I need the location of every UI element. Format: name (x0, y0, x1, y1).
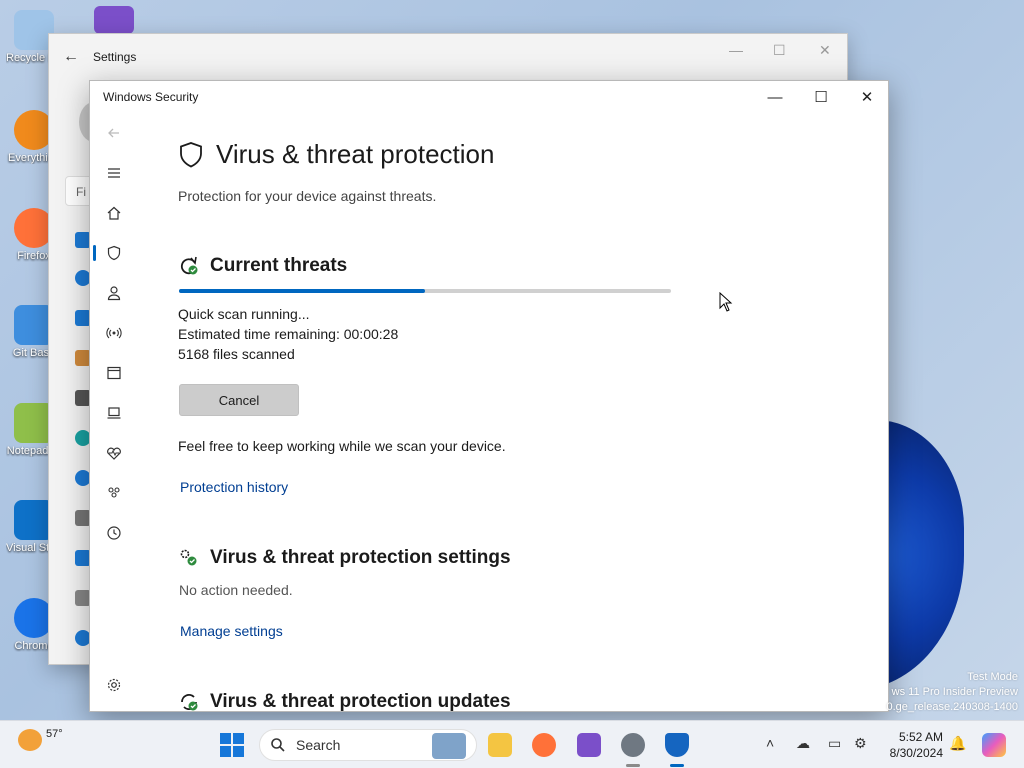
accessibility-tray-icon[interactable]: ⚙ (854, 735, 867, 752)
protection-settings-title: Virus & threat protection settings (210, 547, 511, 568)
page-subtitle: Protection for your device against threa… (178, 188, 437, 204)
close-button[interactable]: ✕ (844, 81, 888, 113)
copilot-icon[interactable] (982, 733, 1006, 757)
app-browser-control-icon[interactable] (90, 355, 138, 391)
watermark-line3: 0.ge_release.240308-1400 (886, 701, 1018, 713)
protection-settings-status: No action needed. (179, 582, 293, 598)
settings-gears-icon (180, 549, 197, 566)
settings-running-indicator (626, 764, 640, 767)
test-mode-watermark: Test Mode ws 11 Pro Insider Preview 0.ge… (886, 670, 1018, 715)
security-running-indicator (670, 764, 684, 767)
notification-bell-icon[interactable]: 🔔 (949, 735, 966, 752)
minimize-button[interactable]: — (752, 81, 798, 113)
windows-security-taskbar-icon[interactable] (665, 733, 689, 757)
taskbar: 57° Search ˄ ☁ ▭ ⚙ 5:52 AM 8/30/2024 🔔 (0, 720, 1024, 768)
home-icon[interactable] (90, 195, 138, 231)
scan-progress-bar (179, 289, 671, 293)
time-remaining: Estimated time remaining: 00:00:28 (178, 326, 399, 342)
files-scanned: 5168 files scanned (178, 346, 295, 362)
protection-history-link[interactable]: Protection history (180, 479, 288, 495)
settings-search-placeholder: Fi (76, 185, 86, 199)
device-security-icon[interactable] (90, 395, 138, 431)
manage-settings-link[interactable]: Manage settings (180, 623, 283, 639)
settings-title: Settings (93, 50, 137, 64)
gear-icon[interactable] (90, 667, 138, 703)
taskbar-search-placeholder: Search (296, 737, 341, 753)
search-icon (271, 738, 285, 752)
weather-icon (18, 729, 42, 751)
back-arrow-icon[interactable]: ← (49, 48, 93, 66)
display-icon[interactable]: ▭ (828, 735, 841, 752)
protection-history-icon[interactable] (90, 515, 138, 551)
device-performance-health-icon[interactable] (90, 435, 138, 471)
clock-date: 8/30/2024 (889, 746, 943, 760)
current-threats-title: Current threats (210, 255, 348, 276)
shield-icon[interactable] (90, 235, 138, 271)
account-protection-icon[interactable] (90, 275, 138, 311)
settings-titlebar: ← Settings (49, 34, 847, 80)
window-title: Windows Security (103, 90, 199, 104)
clock[interactable]: 5:52 AM 8/30/2024 (883, 729, 943, 761)
menu-hamburger-icon[interactable] (90, 155, 138, 191)
windows-logo-tile (233, 746, 244, 757)
scan-progress-fill (179, 289, 425, 293)
maximize-icon[interactable]: ☐ (773, 42, 786, 59)
visual-studio-desktop-icon[interactable] (94, 6, 134, 34)
firewall-network-icon[interactable] (90, 315, 138, 351)
protection-updates-title: Virus & threat protection updates (210, 691, 511, 712)
settings-taskbar-icon[interactable] (621, 733, 645, 757)
scan-info-text: Feel free to keep working while we scan … (178, 438, 506, 454)
weather-widget[interactable]: 57° (18, 728, 63, 751)
windows-security-window[interactable]: Windows Security — ☐ ✕ Virus & threat pr… (89, 80, 889, 712)
close-icon[interactable]: ✕ (819, 42, 831, 59)
chevron-up-icon[interactable]: ˄ (766, 735, 774, 751)
main-content: Virus & threat protection Protection for… (178, 113, 888, 711)
page-title-text: Virus & threat protection (216, 139, 495, 169)
scan-refresh-icon (180, 256, 198, 275)
protection-settings-heading: Virus & threat protection settings (178, 547, 511, 569)
cancel-button[interactable]: Cancel (179, 384, 299, 416)
updates-refresh-icon (181, 694, 198, 711)
watermark-line2: ws 11 Pro Insider Preview (891, 686, 1018, 698)
windows-logo-tile (233, 733, 244, 744)
windows-logo-tile (220, 733, 231, 744)
firefox-taskbar-icon[interactable] (532, 733, 556, 757)
family-options-icon[interactable] (90, 475, 138, 511)
windows-logo-tile (220, 746, 231, 757)
watermark-line1: Test Mode (967, 671, 1018, 683)
search-highlight-image (432, 733, 466, 759)
security-titlebar: Windows Security — ☐ ✕ (90, 81, 888, 113)
current-threats-heading: Current threats (178, 255, 347, 277)
minimize-icon[interactable]: — (729, 42, 743, 58)
back-arrow-icon[interactable] (90, 115, 138, 151)
shield-icon (180, 141, 202, 167)
protection-updates-heading: Virus & threat protection updates (178, 691, 511, 712)
network-offline-icon[interactable]: ☁ (796, 735, 810, 752)
clock-time: 5:52 AM (898, 730, 943, 744)
nav-rail (90, 113, 138, 711)
visual-studio-taskbar-icon[interactable] (577, 733, 601, 757)
mouse-cursor-icon (719, 292, 733, 312)
start-button[interactable] (220, 733, 244, 757)
taskbar-search-box[interactable]: Search (259, 729, 477, 761)
scan-status: Quick scan running... (178, 306, 310, 322)
weather-temp: 57° (46, 728, 63, 740)
page-title: Virus & threat protection (178, 139, 494, 170)
maximize-button[interactable]: ☐ (798, 81, 844, 113)
file-explorer-icon[interactable] (488, 733, 512, 757)
